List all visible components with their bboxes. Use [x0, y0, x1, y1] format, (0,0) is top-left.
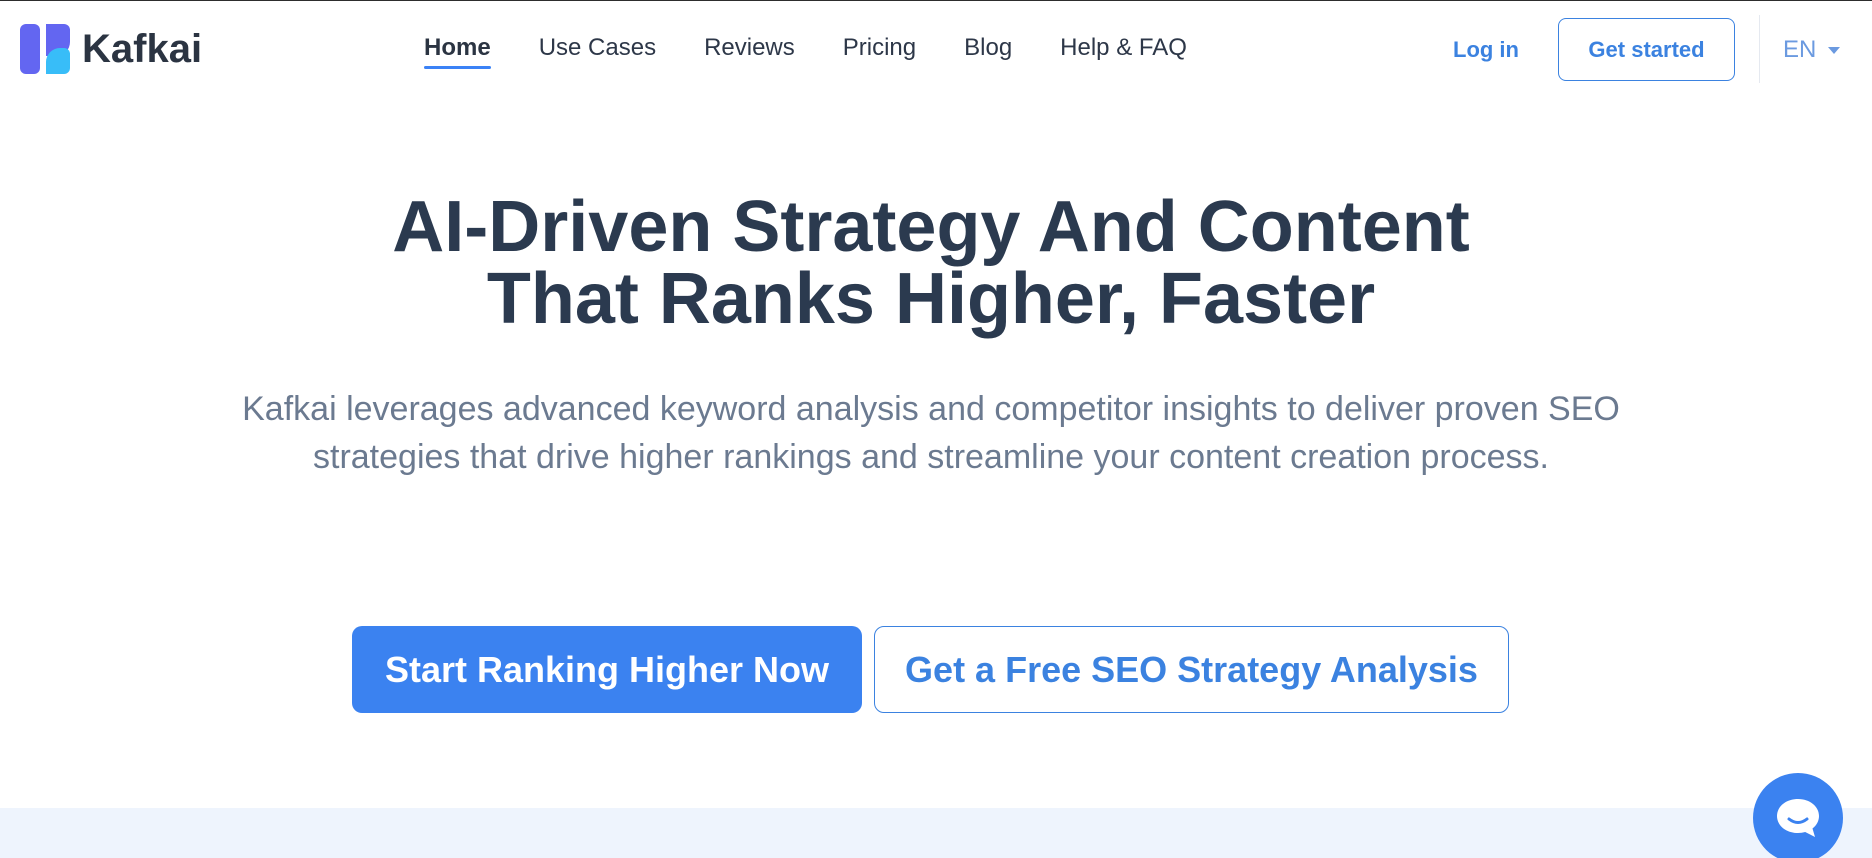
login-link[interactable]: Log in: [1453, 34, 1519, 66]
nav-item-pricing[interactable]: Pricing: [843, 32, 916, 64]
nav-item-home[interactable]: Home: [424, 32, 491, 69]
language-label: EN: [1783, 36, 1817, 63]
kafkai-logo-icon: [20, 24, 70, 74]
nav-item-use-cases[interactable]: Use Cases: [539, 32, 656, 64]
caret-down-icon: [1828, 46, 1841, 54]
site-header: Kafkai Home Use Cases Reviews Pricing Bl…: [0, 1, 1872, 97]
header-divider: [1759, 15, 1760, 83]
free-seo-analysis-button[interactable]: Get a Free SEO Strategy Analysis: [874, 626, 1509, 713]
hero-title-line-1: AI-Driven Strategy And Content: [392, 187, 1470, 267]
chat-widget-button[interactable]: [1753, 773, 1843, 858]
start-ranking-button[interactable]: Start Ranking Higher Now: [352, 626, 862, 713]
nav-item-help-faq[interactable]: Help & FAQ: [1060, 32, 1187, 64]
brand-name: Kafkai: [82, 27, 203, 71]
hero-title: AI-Driven Strategy And Content That Rank…: [0, 191, 1862, 335]
hero-subtitle: Kafkai leverages advanced keyword analys…: [242, 390, 1620, 476]
nav-item-reviews[interactable]: Reviews: [704, 32, 795, 64]
brand-logo[interactable]: Kafkai: [20, 24, 202, 74]
next-section-band: [0, 808, 1872, 858]
main-nav: Home Use Cases Reviews Pricing Blog Help…: [424, 32, 1235, 69]
chat-bubble-icon: [1777, 799, 1819, 837]
nav-item-blog[interactable]: Blog: [964, 32, 1012, 64]
hero-title-line-2: That Ranks Higher, Faster: [486, 259, 1376, 339]
language-selector[interactable]: EN: [1783, 34, 1841, 66]
get-started-button[interactable]: Get started: [1558, 18, 1735, 81]
